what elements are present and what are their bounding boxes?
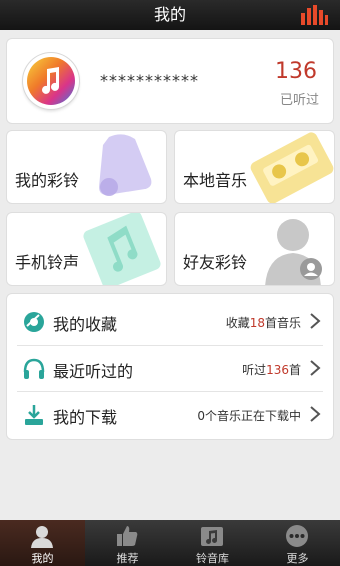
row-label: 我的收藏	[53, 315, 118, 334]
tab-label: 推荐	[116, 552, 139, 565]
friend-icon	[265, 219, 322, 285]
list-item-favorites[interactable]: 我的收藏 收藏18首音乐	[7, 298, 335, 344]
profile-card[interactable]: *********** 136 已听过	[6, 38, 334, 124]
download-icon	[25, 405, 43, 425]
bell-icon	[99, 134, 152, 196]
tab-recommend[interactable]: 推荐	[85, 520, 170, 566]
title-bar: 我的	[0, 0, 340, 30]
music-folder-icon	[201, 527, 223, 546]
tab-label: 铃音库	[196, 552, 229, 565]
tab-ringtone-library[interactable]: 铃音库	[170, 520, 255, 566]
thumbs-up-icon	[117, 526, 138, 546]
tile-my-ringback[interactable]: 我的彩铃	[6, 130, 167, 204]
page-title: 我的	[153, 5, 186, 24]
chevron-right-icon	[310, 313, 321, 329]
user-icon	[31, 526, 53, 548]
row-label: 最近听过的	[53, 362, 134, 381]
tab-mine[interactable]: 我的	[0, 520, 85, 566]
tile-label: 手机铃声	[15, 253, 80, 272]
row-info: 听过136首	[242, 363, 301, 377]
equalizer-icon[interactable]	[300, 5, 328, 25]
chevron-right-icon	[310, 406, 321, 422]
more-icon	[286, 525, 308, 547]
tile-friend-ringback[interactable]: 好友彩铃	[174, 212, 335, 286]
row-info: 收藏18首音乐	[225, 316, 301, 330]
tile-label: 好友彩铃	[183, 253, 248, 272]
listen-count-label: 已听过	[279, 93, 319, 108]
music-note-icon	[83, 213, 161, 285]
list-item-recent[interactable]: 最近听过的 听过136首	[7, 345, 335, 391]
headphones-icon	[23, 358, 45, 379]
music-note-icon	[27, 57, 75, 105]
chevron-right-icon	[310, 360, 321, 376]
listen-count: 136	[275, 59, 317, 84]
row-info: 0个音乐正在下载中	[197, 409, 301, 423]
bottom-tab-bar: 我的 推荐 铃音库 更多	[0, 520, 340, 566]
disc-icon	[24, 312, 44, 332]
menu-list: 我的收藏 收藏18首音乐 最近听过的 听过136首 我的下载 0个音乐正在下载中	[6, 293, 334, 440]
tab-label: 更多	[286, 552, 309, 565]
tile-label: 本地音乐	[183, 171, 248, 190]
tile-local-music[interactable]: 本地音乐	[174, 130, 335, 204]
row-label: 我的下载	[53, 408, 118, 427]
tab-more[interactable]: 更多	[255, 520, 340, 566]
tile-phone-ringtone[interactable]: 手机铃声	[6, 212, 167, 286]
cassette-icon	[250, 132, 334, 203]
avatar[interactable]	[23, 53, 79, 109]
tile-label: 我的彩铃	[15, 171, 80, 190]
list-item-downloads[interactable]: 我的下载 0个音乐正在下载中	[7, 391, 335, 437]
tab-label: 我的	[31, 552, 54, 565]
username: ***********	[100, 71, 199, 90]
